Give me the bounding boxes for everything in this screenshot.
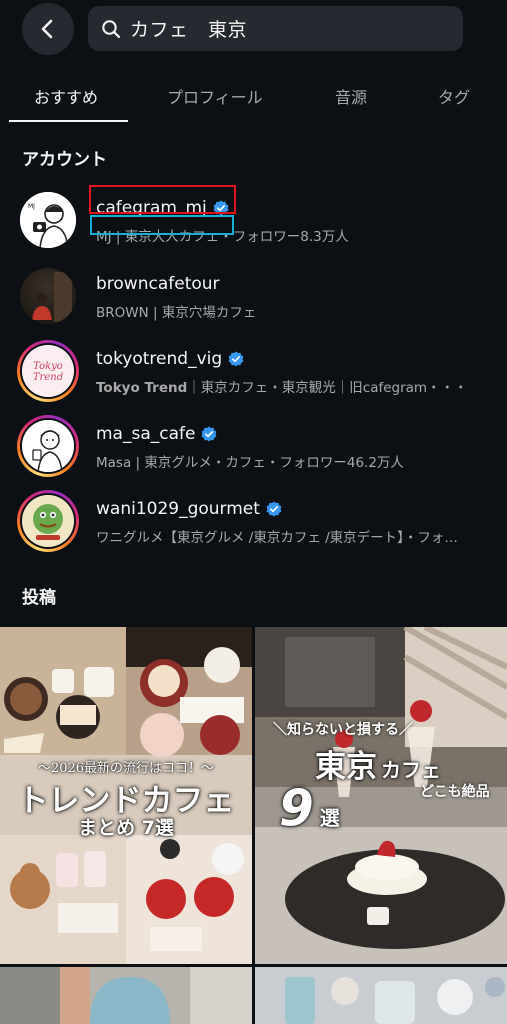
avatar-with-story-ring[interactable]: Tokyo Trend	[17, 340, 79, 402]
illustrated-person-avatar: MJ	[20, 192, 76, 248]
post-thumbnail[interactable]	[255, 967, 507, 1024]
tokyo-trend-logo: Tokyo Trend	[22, 345, 74, 397]
photo-avatar	[32, 272, 72, 322]
post-caption-banner: ＼知らないと損する／	[273, 722, 413, 738]
svg-text:Tokyo: Tokyo	[33, 361, 63, 372]
account-username: browncafetour	[96, 274, 220, 294]
post-caption-subtitle: カフェ	[381, 758, 441, 782]
account-subtitle: Tokyo Trend｜東京カフェ・東京観光｜旧cafegram・・・	[96, 376, 491, 396]
account-row[interactable]: MJ cafegram_mj MJ | 東京大人カフェ・フォロワー8.3万人	[0, 185, 507, 259]
account-row[interactable]: wani1029_gourmet ワニグルメ【東京グルメ /東京カフェ /東京デ…	[0, 490, 507, 560]
crocodile-mascot-avatar	[22, 495, 74, 547]
active-tab-indicator	[9, 120, 128, 122]
account-subtitle: BROWN | 東京穴場カフェ	[96, 305, 257, 321]
highlight-box-subtitle	[90, 215, 234, 235]
posts-grid: ～2026最新の流行はココ！～ トレンドカフェ まとめ 7選 ＼知らないと損する…	[0, 627, 507, 1024]
account-row[interactable]: Tokyo Trend tokyotrend_vig Tokyo Trend｜東…	[0, 340, 507, 410]
avatar[interactable]	[17, 265, 79, 327]
account-row[interactable]: ma_sa_cafe Masa | 東京グルメ・カフェ・フォロワー46.2万人	[0, 415, 507, 485]
back-button[interactable]	[22, 3, 74, 55]
posts-heading: 投稿	[22, 588, 56, 608]
account-subtitle-detail: ｜東京カフェ・東京観光｜旧cafegram・・・	[187, 380, 468, 396]
avatar[interactable]: MJ	[17, 189, 79, 251]
search-input[interactable]: カフェ 東京	[88, 6, 463, 51]
post-thumbnail[interactable]: ＼知らないと損する／ 東京 カフェ どこも絶品 9選	[255, 627, 507, 964]
verified-badge-icon	[202, 426, 217, 442]
post-thumbnail[interactable]	[0, 967, 252, 1024]
account-subtitle: ワニグルメ【東京グルメ /東京カフェ /東京デート】・フォ…	[96, 530, 458, 546]
svg-text:MJ: MJ	[28, 203, 35, 210]
account-subtitle-name: Tokyo Trend	[96, 380, 188, 396]
tab-recommended[interactable]: おすすめ	[34, 84, 98, 108]
search-query: カフェ 東京	[130, 19, 248, 41]
post-caption-line: まとめ 7選	[78, 817, 174, 839]
post-caption-line: ～2026最新の流行はココ！～	[37, 761, 215, 776]
post-caption-unit: 選	[319, 806, 340, 830]
svg-text:Trend: Trend	[33, 372, 63, 383]
post-caption-tag: どこも絶品	[420, 784, 490, 800]
post-image	[255, 967, 507, 1024]
tab-audio[interactable]: 音源	[335, 84, 367, 108]
search-tabs: おすすめ プロフィール 音源 タグ	[0, 72, 507, 124]
verified-badge-icon	[228, 351, 244, 367]
account-row[interactable]: browncafetour BROWN | 東京穴場カフェ	[0, 265, 507, 335]
tab-tags[interactable]: タグ	[438, 84, 470, 108]
account-subtitle-detail: ・フォロワー8.3万人	[219, 229, 349, 245]
chevron-left-icon	[41, 19, 53, 39]
highlight-box-username	[89, 185, 236, 214]
avatar-with-story-ring[interactable]	[17, 415, 79, 477]
illustrated-person-avatar	[22, 420, 74, 472]
account-username: tokyotrend_vig	[96, 349, 223, 369]
accounts-heading: アカウント	[22, 150, 107, 170]
verified-badge-icon	[266, 501, 282, 517]
tab-profiles[interactable]: プロフィール	[167, 84, 263, 108]
search-icon	[100, 18, 122, 40]
account-subtitle: Masa | 東京グルメ・カフェ・フォロワー46.2万人	[96, 455, 404, 471]
post-image	[0, 967, 252, 1024]
post-thumbnail[interactable]: ～2026最新の流行はココ！～ トレンドカフェ まとめ 7選	[0, 627, 252, 964]
account-username: ma_sa_cafe	[96, 424, 196, 444]
post-caption-number: 9	[279, 779, 314, 837]
avatar-with-story-ring[interactable]	[17, 490, 79, 552]
account-username: wani1029_gourmet	[96, 499, 260, 519]
search-header: カフェ 東京	[0, 0, 507, 62]
